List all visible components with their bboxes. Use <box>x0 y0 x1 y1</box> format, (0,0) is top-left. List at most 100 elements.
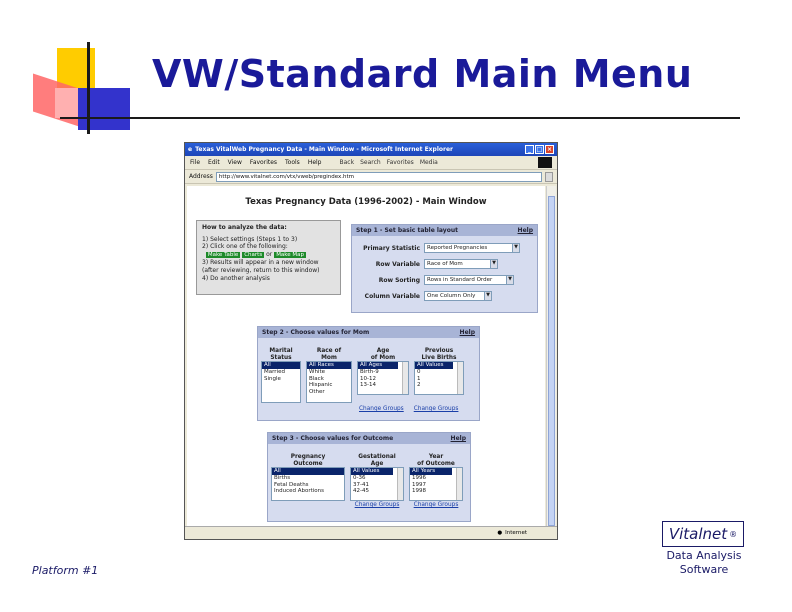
howto-line1: 1) Select settings (Steps 1 to 3) <box>202 235 298 243</box>
column-header: Age <box>370 460 384 467</box>
list-option[interactable]: 10-12 <box>358 376 408 383</box>
step2-help-link[interactable]: Help <box>460 329 475 336</box>
marital-status-listbox[interactable]: All Married Single <box>261 361 301 403</box>
howto-line3: 3) Results will appear in a new window <box>202 259 319 267</box>
pregnancy-outcome-listbox[interactable]: All Births Fetal Deaths Induced Abortion… <box>271 467 345 501</box>
primary-statistic-select[interactable]: Reported Pregnancies ▼ <box>424 243 520 253</box>
listbox-scrollbar[interactable] <box>402 362 408 394</box>
address-label: Address <box>189 173 213 180</box>
primary-statistic-row: Primary Statistic Reported Pregnancies ▼ <box>352 240 537 256</box>
list-option[interactable]: All Values <box>415 362 453 369</box>
list-option[interactable]: All Values <box>351 468 393 475</box>
step1-help-link[interactable]: Help <box>518 227 533 234</box>
list-option[interactable]: 1998 <box>410 488 462 495</box>
list-option[interactable]: 1997 <box>410 482 462 489</box>
search-button[interactable]: Search <box>360 159 381 166</box>
howto-line2: 2) Click one of the following: <box>202 243 288 251</box>
favorites-button[interactable]: Favorites <box>387 159 414 166</box>
globe-icon: ● <box>497 530 503 536</box>
column-header: Pregnancy <box>290 454 326 460</box>
list-option[interactable]: 13-14 <box>358 382 408 389</box>
menu-tools[interactable]: Tools <box>285 159 300 166</box>
step1-header: Step 1 - Set basic table layout Help <box>352 225 537 236</box>
menu-view[interactable]: View <box>228 159 242 166</box>
list-option[interactable]: Birth-9 <box>358 369 408 376</box>
column-header: Mom <box>321 354 337 361</box>
list-option[interactable]: All Years <box>410 468 452 475</box>
list-option[interactable]: 42-45 <box>351 488 403 495</box>
list-option[interactable]: All <box>272 468 344 475</box>
list-option[interactable]: Black <box>307 376 351 383</box>
row-sorting-select[interactable]: Rows in Standard Order ▼ <box>424 275 514 285</box>
maximize-icon[interactable]: □ <box>535 145 544 154</box>
listbox-scrollbar[interactable] <box>397 468 403 500</box>
vitalnet-logo: Vitalnet ® <box>662 521 744 547</box>
list-option[interactable]: 1996 <box>410 475 462 482</box>
column-header: Outcome <box>293 460 323 467</box>
page-vertical-scrollbar[interactable] <box>546 186 556 526</box>
or-label: or <box>266 250 273 258</box>
make-table-button[interactable]: Make Table <box>205 251 241 258</box>
list-option[interactable]: Married <box>262 369 300 376</box>
column-variable-row: Column Variable One Column Only ▼ <box>352 288 537 304</box>
row-sorting-row: Row Sorting Rows in Standard Order ▼ <box>352 272 537 288</box>
charts-button[interactable]: Charts <box>242 251 265 258</box>
howto-title: How to analyze the data: <box>202 224 287 231</box>
browser-window: e Texas VitalWeb Pregnancy Data - Main W… <box>184 142 558 540</box>
primary-statistic-label: Primary Statistic <box>363 244 420 252</box>
gestational-change-groups-link[interactable]: Change Groups <box>355 502 400 508</box>
minimize-icon[interactable]: _ <box>525 145 534 154</box>
column-header: Gestational <box>358 454 396 460</box>
step1-title: Step 1 - Set basic table layout <box>356 227 458 234</box>
list-option[interactable]: Single <box>262 376 300 383</box>
menu-edit[interactable]: Edit <box>208 159 220 166</box>
row-variable-value: Race of Mom <box>427 261 463 267</box>
scrollbar-thumb[interactable] <box>548 196 555 526</box>
list-option[interactable]: Births <box>272 475 344 482</box>
age-column: Ageof Mom All Ages Birth-9 10-12 13-14 . <box>357 341 409 403</box>
back-button[interactable]: Back <box>340 159 355 166</box>
row-variable-select[interactable]: Race of Mom ▼ <box>424 259 498 269</box>
menu-favorites[interactable]: Favorites <box>250 159 277 166</box>
column-variable-select[interactable]: One Column Only ▼ <box>424 291 492 301</box>
age-listbox[interactable]: All Ages Birth-9 10-12 13-14 <box>357 361 409 395</box>
previous-births-change-groups-link[interactable]: Change Groups <box>414 406 459 412</box>
list-option[interactable]: Other <box>307 389 351 396</box>
address-input[interactable]: http://www.vitalnet.com/vtx/vweb/pregind… <box>215 171 542 182</box>
step2-title: Step 2 - Choose values for Mom <box>262 329 370 336</box>
column-header: Status <box>270 354 292 361</box>
menu-help[interactable]: Help <box>308 159 322 166</box>
media-button[interactable]: Media <box>420 159 438 166</box>
list-option[interactable]: All Races <box>307 362 351 369</box>
chevron-down-icon: ▼ <box>490 260 497 268</box>
year-change-groups-link[interactable]: Change Groups <box>414 502 459 508</box>
list-option[interactable]: Induced Abortions <box>272 488 344 495</box>
column-header: Race of <box>316 348 342 354</box>
list-option[interactable]: White <box>307 369 351 376</box>
step3-help-link[interactable]: Help <box>451 435 466 442</box>
listbox-scrollbar[interactable] <box>456 468 462 500</box>
race-listbox[interactable]: All Races White Black Hispanic Other <box>306 361 352 403</box>
menu-file[interactable]: File <box>190 159 200 166</box>
list-option[interactable]: All Ages <box>358 362 398 369</box>
close-icon[interactable]: × <box>545 145 554 154</box>
race-change-groups-link[interactable]: Change Groups <box>359 406 404 412</box>
list-option[interactable]: 2 <box>415 382 463 389</box>
row-sorting-label: Row Sorting <box>378 276 420 284</box>
footer-platform-label: Platform #1 <box>32 564 99 577</box>
list-option[interactable]: 1 <box>415 376 463 383</box>
list-option[interactable]: 0 <box>415 369 463 376</box>
list-option[interactable]: Hispanic <box>307 382 351 389</box>
list-option[interactable]: 0-36 <box>351 475 403 482</box>
page-heading: Texas Pregnancy Data (1996-2002) - Main … <box>245 197 487 207</box>
list-option[interactable]: Fetal Deaths <box>272 482 344 489</box>
listbox-scrollbar[interactable] <box>457 362 463 394</box>
make-map-button[interactable]: Make Map <box>274 251 307 258</box>
address-dropdown-icon[interactable] <box>545 171 553 182</box>
list-option[interactable]: All <box>262 362 300 369</box>
decor-vertical-line <box>87 42 90 134</box>
year-of-outcome-listbox[interactable]: All Years 1996 1997 1998 <box>409 467 463 501</box>
gestational-age-listbox[interactable]: All Values 0-36 37-41 42-45 <box>350 467 404 501</box>
list-option[interactable]: 37-41 <box>351 482 403 489</box>
previous-live-births-listbox[interactable]: All Values 0 1 2 <box>414 361 464 395</box>
